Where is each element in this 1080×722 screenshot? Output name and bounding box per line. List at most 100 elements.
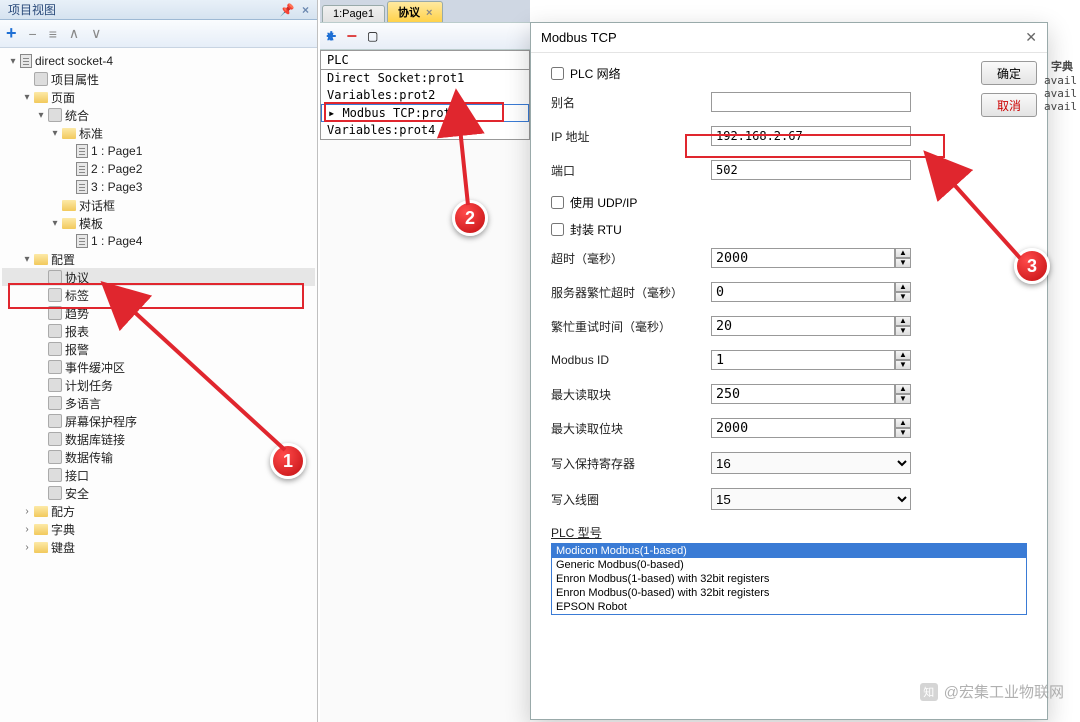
plc-remove-icon[interactable]: − (347, 26, 358, 47)
up-icon[interactable]: ∧ (69, 25, 79, 42)
tree-item-label: 对话框 (79, 197, 115, 214)
expander-icon[interactable]: ▾ (6, 56, 20, 67)
expander-icon[interactable]: › (20, 542, 34, 553)
tree-item[interactable]: 数据库链接 (2, 430, 315, 448)
tree-item-label: 统合 (65, 107, 89, 124)
expander-icon[interactable]: ▾ (20, 92, 34, 103)
close-icon[interactable]: × (302, 3, 309, 17)
tree-item[interactable]: ›字典 (2, 520, 315, 538)
retry-input[interactable] (711, 316, 895, 336)
tree-item[interactable]: ▾ 统合 (2, 106, 315, 124)
plc-network-checkbox[interactable] (551, 67, 564, 80)
plc-list-row[interactable]: Variables:prot4 (321, 122, 529, 139)
page-icon (76, 144, 88, 158)
tree-item[interactable]: ▾配置 (2, 250, 315, 268)
tree-item[interactable]: 报警 (2, 340, 315, 358)
plc-model-item[interactable]: Enron Modbus(0-based) with 32bit registe… (552, 586, 1026, 600)
tree-item[interactable]: 协议 (2, 268, 315, 286)
modbus-id-input[interactable] (711, 350, 895, 370)
generic-icon (48, 414, 62, 428)
plc-network-row: PLC 网络 (551, 65, 1027, 82)
plc-list[interactable]: PLCDirect Socket:prot1Variables:prot2▸ M… (320, 50, 530, 140)
expander-icon[interactable]: ▾ (20, 254, 34, 265)
remove-icon[interactable]: − (29, 26, 37, 42)
dialog-titlebar: Modbus TCP ✕ (531, 23, 1047, 53)
panel-title-controls: 📌 × (276, 3, 309, 17)
max-read-block-input[interactable] (711, 384, 895, 404)
tab-close-icon[interactable]: × (426, 7, 432, 19)
plc-list-row[interactable]: ▸ Modbus TCP:prot3 (321, 104, 529, 122)
tree-item[interactable]: 多语言 (2, 394, 315, 412)
timeout-input[interactable] (711, 248, 895, 268)
tree-item[interactable]: ›键盘 (2, 538, 315, 556)
rtu-checkbox[interactable] (551, 223, 564, 236)
port-input[interactable] (711, 160, 911, 180)
tree-item[interactable]: 报表 (2, 322, 315, 340)
alias-input[interactable] (711, 92, 911, 112)
tree-item[interactable]: 标签 (2, 286, 315, 304)
expander-icon[interactable]: ▾ (48, 128, 62, 139)
tree-item-label: 多语言 (65, 395, 101, 412)
tree-item[interactable]: ▾direct socket-4 (2, 52, 315, 70)
tree-item[interactable]: 接口 (2, 466, 315, 484)
expander-icon[interactable]: › (20, 524, 34, 535)
plc-model-item[interactable]: Enron Modbus(1-based) with 32bit registe… (552, 572, 1026, 586)
tree-item[interactable]: ▾ 标准 (2, 124, 315, 142)
tree-item-label: 屏幕保护程序 (65, 413, 137, 430)
tree-item[interactable]: 计划任务 (2, 376, 315, 394)
write-hold-select[interactable]: 16 (711, 452, 911, 474)
generic-icon (48, 288, 62, 302)
plc-model-item[interactable]: Generic Modbus(0-based) (552, 558, 1026, 572)
plc-model-list[interactable]: Modicon Modbus(1-based)Generic Modbus(0-… (551, 543, 1027, 615)
max-read-block-spinner[interactable]: ▲▼ (895, 384, 911, 404)
page-icon (76, 234, 88, 248)
plc-list-row[interactable]: Direct Socket:prot1 (321, 70, 529, 87)
expander-icon[interactable]: ▾ (48, 218, 62, 229)
max-read-bit-input[interactable] (711, 418, 895, 438)
pin-icon[interactable]: 📌 (280, 3, 295, 17)
busy-spinner[interactable]: ▲▼ (895, 282, 911, 302)
tree-item[interactable]: 趋势 (2, 304, 315, 322)
expander-icon[interactable]: ▾ (34, 110, 48, 121)
ip-input[interactable] (711, 126, 911, 146)
retry-spinner[interactable]: ▲▼ (895, 316, 911, 336)
tree-item[interactable]: ▾模板 (2, 214, 315, 232)
tree-item[interactable]: 2 : Page2 (2, 160, 315, 178)
busy-input[interactable] (711, 282, 895, 302)
project-tree[interactable]: ▾direct socket-4项目属性▾页面▾统合▾标准1 : Page12 … (0, 48, 317, 560)
write-coil-select[interactable]: 15 (711, 488, 911, 510)
tree-item[interactable]: ▾页面 (2, 88, 315, 106)
tree-item-label: 标准 (79, 125, 103, 142)
tree-item[interactable]: 数据传输 (2, 448, 315, 466)
tree-item[interactable]: 屏幕保护程序 (2, 412, 315, 430)
expander-icon[interactable]: › (20, 506, 34, 517)
plc-list-row[interactable]: Variables:prot2 (321, 87, 529, 104)
tree-item[interactable]: ›配方 (2, 502, 315, 520)
max-read-bit-spinner[interactable]: ▲▼ (895, 418, 911, 438)
tab[interactable]: 协议× (387, 1, 443, 22)
tree-item[interactable]: 对话框 (2, 196, 315, 214)
tree-item[interactable]: 1 : Page1 (2, 142, 315, 160)
udp-checkbox[interactable] (551, 196, 564, 209)
alias-label: 别名 (551, 94, 711, 111)
folder-icon (34, 524, 48, 535)
dialog-close-icon[interactable]: ✕ (1025, 29, 1037, 46)
dict-cell: avail (1044, 74, 1080, 87)
plc-model-item[interactable]: Modicon Modbus(1-based) (552, 544, 1026, 558)
udp-row: 使用 UDP/IP (551, 194, 1027, 211)
tree-item[interactable]: 1 : Page4 (2, 232, 315, 250)
tree-item[interactable]: 项目属性 (2, 70, 315, 88)
add-icon[interactable]: + (6, 23, 17, 44)
tree-item[interactable]: 事件缓冲区 (2, 358, 315, 376)
modbus-id-spinner[interactable]: ▲▼ (895, 350, 911, 370)
tree-item[interactable]: 安全 (2, 484, 315, 502)
list-icon[interactable]: ≡ (49, 26, 57, 42)
tree-item[interactable]: 3 : Page3 (2, 178, 315, 196)
timeout-spinner[interactable]: ▲▼ (895, 248, 911, 268)
udp-label: 使用 UDP/IP (570, 194, 637, 211)
plc-view-icon[interactable]: ▢ (367, 29, 378, 43)
plc-model-item[interactable]: EPSON Robot (552, 600, 1026, 614)
plc-add-icon[interactable]: + (326, 26, 337, 47)
tab[interactable]: 1:Page1 (322, 5, 385, 22)
down-icon[interactable]: ∨ (91, 25, 101, 42)
